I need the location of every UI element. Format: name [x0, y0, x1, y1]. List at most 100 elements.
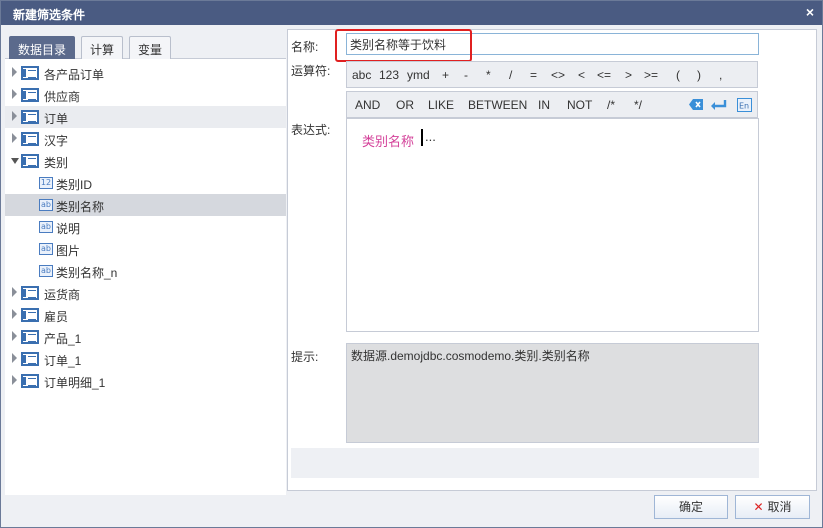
tree-node-label: 供应商	[44, 90, 81, 104]
tree-node-label: 运货商	[44, 288, 81, 302]
tree-table-node[interactable]: 雇员	[5, 304, 286, 326]
operator-button[interactable]: +	[442, 68, 449, 82]
table-icon	[21, 110, 39, 124]
logic-operator-button[interactable]: NOT	[567, 98, 592, 112]
catalog-panel: 数据目录 计算 变量 各产品订单 供应商 订单 汉字 类别 12 类别ID ab 类别名称 ab 说…	[5, 29, 286, 495]
tree-node-label: 图片	[56, 244, 81, 258]
dialog-titlebar: 新建筛选条件 ×	[1, 1, 822, 25]
tree-table-node[interactable]: 类别	[5, 150, 286, 172]
expand-right-icon[interactable]	[12, 111, 17, 121]
tree-node-label: 订单明细_1	[44, 376, 106, 390]
text-field-icon: ab	[39, 265, 53, 277]
expand-right-icon[interactable]	[12, 89, 17, 99]
cancel-x-icon: ✕	[753, 500, 764, 514]
hint-label: 提示:	[291, 350, 319, 364]
expand-right-icon[interactable]	[12, 331, 17, 341]
tree-field-node[interactable]: 12 类别ID	[5, 172, 286, 194]
english-input-icon[interactable]: En	[737, 98, 752, 112]
tree-table-node[interactable]: 产品_1	[5, 326, 286, 348]
english-input-icon-text: En	[739, 102, 749, 111]
expression-label: 表达式:	[291, 123, 331, 137]
expand-right-icon[interactable]	[12, 375, 17, 385]
tree-field-node[interactable]: ab 图片	[5, 238, 286, 260]
operator-label: 运算符:	[291, 64, 331, 78]
tab-data-catalog[interactable]: 数据目录	[9, 36, 76, 59]
name-input[interactable]	[346, 33, 759, 55]
enter-icon[interactable]	[710, 98, 728, 111]
name-label: 名称:	[291, 40, 319, 54]
cancel-button-label: 取消	[767, 500, 792, 514]
operator-button[interactable]: <=	[597, 68, 611, 82]
tree-table-node[interactable]: 各产品订单	[5, 62, 286, 84]
operator-button[interactable]: /	[509, 68, 512, 82]
catalog-tree: 各产品订单 供应商 订单 汉字 类别 12 类别ID ab 类别名称 ab 说明 ab 图片 ab 类别名称…	[5, 62, 286, 494]
operator-button[interactable]: >	[625, 68, 632, 82]
logic-operator-button[interactable]: OR	[396, 98, 414, 112]
operator-button[interactable]: -	[464, 68, 468, 82]
hint-box: 数据源.demojdbc.cosmodemo.类别.类别名称	[346, 343, 759, 443]
table-icon	[21, 330, 39, 344]
table-icon	[21, 352, 39, 366]
expand-right-icon[interactable]	[12, 309, 17, 319]
hint-text: 数据源.demojdbc.cosmodemo.类别.类别名称	[351, 349, 590, 363]
logic-operator-button[interactable]: BETWEEN	[468, 98, 527, 112]
tree-field-node[interactable]: ab 类别名称	[5, 194, 286, 216]
expand-right-icon[interactable]	[12, 353, 17, 363]
expand-right-icon[interactable]	[12, 287, 17, 297]
tree-node-label: 汉字	[44, 134, 69, 148]
tab-calculation[interactable]: 计算	[81, 36, 124, 59]
tree-node-label: 类别名称_n	[56, 266, 118, 280]
operator-button[interactable]: )	[697, 68, 701, 82]
tree-field-node[interactable]: ab 说明	[5, 216, 286, 238]
table-icon	[21, 374, 39, 388]
tree-table-node[interactable]: 订单_1	[5, 348, 286, 370]
operator-button[interactable]: (	[676, 68, 680, 82]
logic-operator-button[interactable]: LIKE	[428, 98, 454, 112]
tree-table-node[interactable]: 汉字	[5, 128, 286, 150]
tab-variables[interactable]: 变量	[129, 36, 172, 59]
expression-trailing: ...	[425, 129, 436, 144]
table-icon	[21, 154, 39, 168]
condition-form: 名称: 运算符: abc123ymd+-*/=<><<=>>=(), En AN…	[287, 29, 817, 491]
operator-button[interactable]: ymd	[407, 68, 430, 82]
expand-down-icon[interactable]	[11, 158, 19, 164]
tree-node-label: 类别	[44, 156, 69, 170]
expand-right-icon[interactable]	[12, 67, 17, 77]
backspace-icon[interactable]	[688, 98, 703, 111]
expand-right-icon[interactable]	[12, 133, 17, 143]
operator-button[interactable]: <	[578, 68, 585, 82]
tree-table-node[interactable]: 供应商	[5, 84, 286, 106]
tree-table-node[interactable]: 订单	[5, 106, 286, 128]
text-field-icon: ab	[39, 243, 53, 255]
operator-button[interactable]: =	[530, 68, 537, 82]
operator-button[interactable]: ,	[719, 68, 722, 82]
operator-toolbar: abc 123 ymd + - * / = <> < <= > >= (),	[346, 61, 758, 88]
operator-button[interactable]: abc	[352, 68, 371, 82]
tree-field-node[interactable]: ab 类别名称_n	[5, 260, 286, 282]
number-field-icon: 12	[39, 177, 53, 189]
tree-node-label: 各产品订单	[44, 68, 105, 82]
text-field-icon: ab	[39, 199, 53, 211]
logic-operator-button[interactable]: IN	[538, 98, 550, 112]
logic-operator-button[interactable]: AND	[355, 98, 380, 112]
cancel-button[interactable]: ✕ 取消	[735, 495, 810, 519]
operator-button[interactable]: <>	[551, 68, 565, 82]
tree-node-label: 说明	[56, 222, 81, 236]
tree-table-node[interactable]: 运货商	[5, 282, 286, 304]
logic-toolbar: En AND OR LIKE BETWEEN IN NOT /* */	[346, 91, 758, 118]
tree-node-label: 类别名称	[56, 200, 105, 214]
logic-operator-button[interactable]: */	[634, 98, 642, 112]
tree-table-node[interactable]: 订单明细_1	[5, 370, 286, 392]
ok-button[interactable]: 确定	[654, 495, 728, 519]
operator-button[interactable]: 123	[379, 68, 399, 82]
table-icon	[21, 88, 39, 102]
operator-button[interactable]: >=	[644, 68, 658, 82]
tree-node-label: 订单	[44, 112, 69, 126]
filter-dialog: 新建筛选条件 × 数据目录 计算 变量 各产品订单供应商订单汉字类别 12 类别ID…	[0, 0, 823, 528]
close-icon[interactable]: ×	[806, 4, 814, 20]
operator-button[interactable]: *	[486, 68, 491, 82]
expression-field-token[interactable]: 类别名称	[362, 131, 414, 150]
expression-editor[interactable]: 类别名称 ...	[346, 118, 759, 332]
logic-operator-button[interactable]: /*	[607, 98, 615, 112]
tree-node-label: 类别ID	[56, 178, 93, 192]
